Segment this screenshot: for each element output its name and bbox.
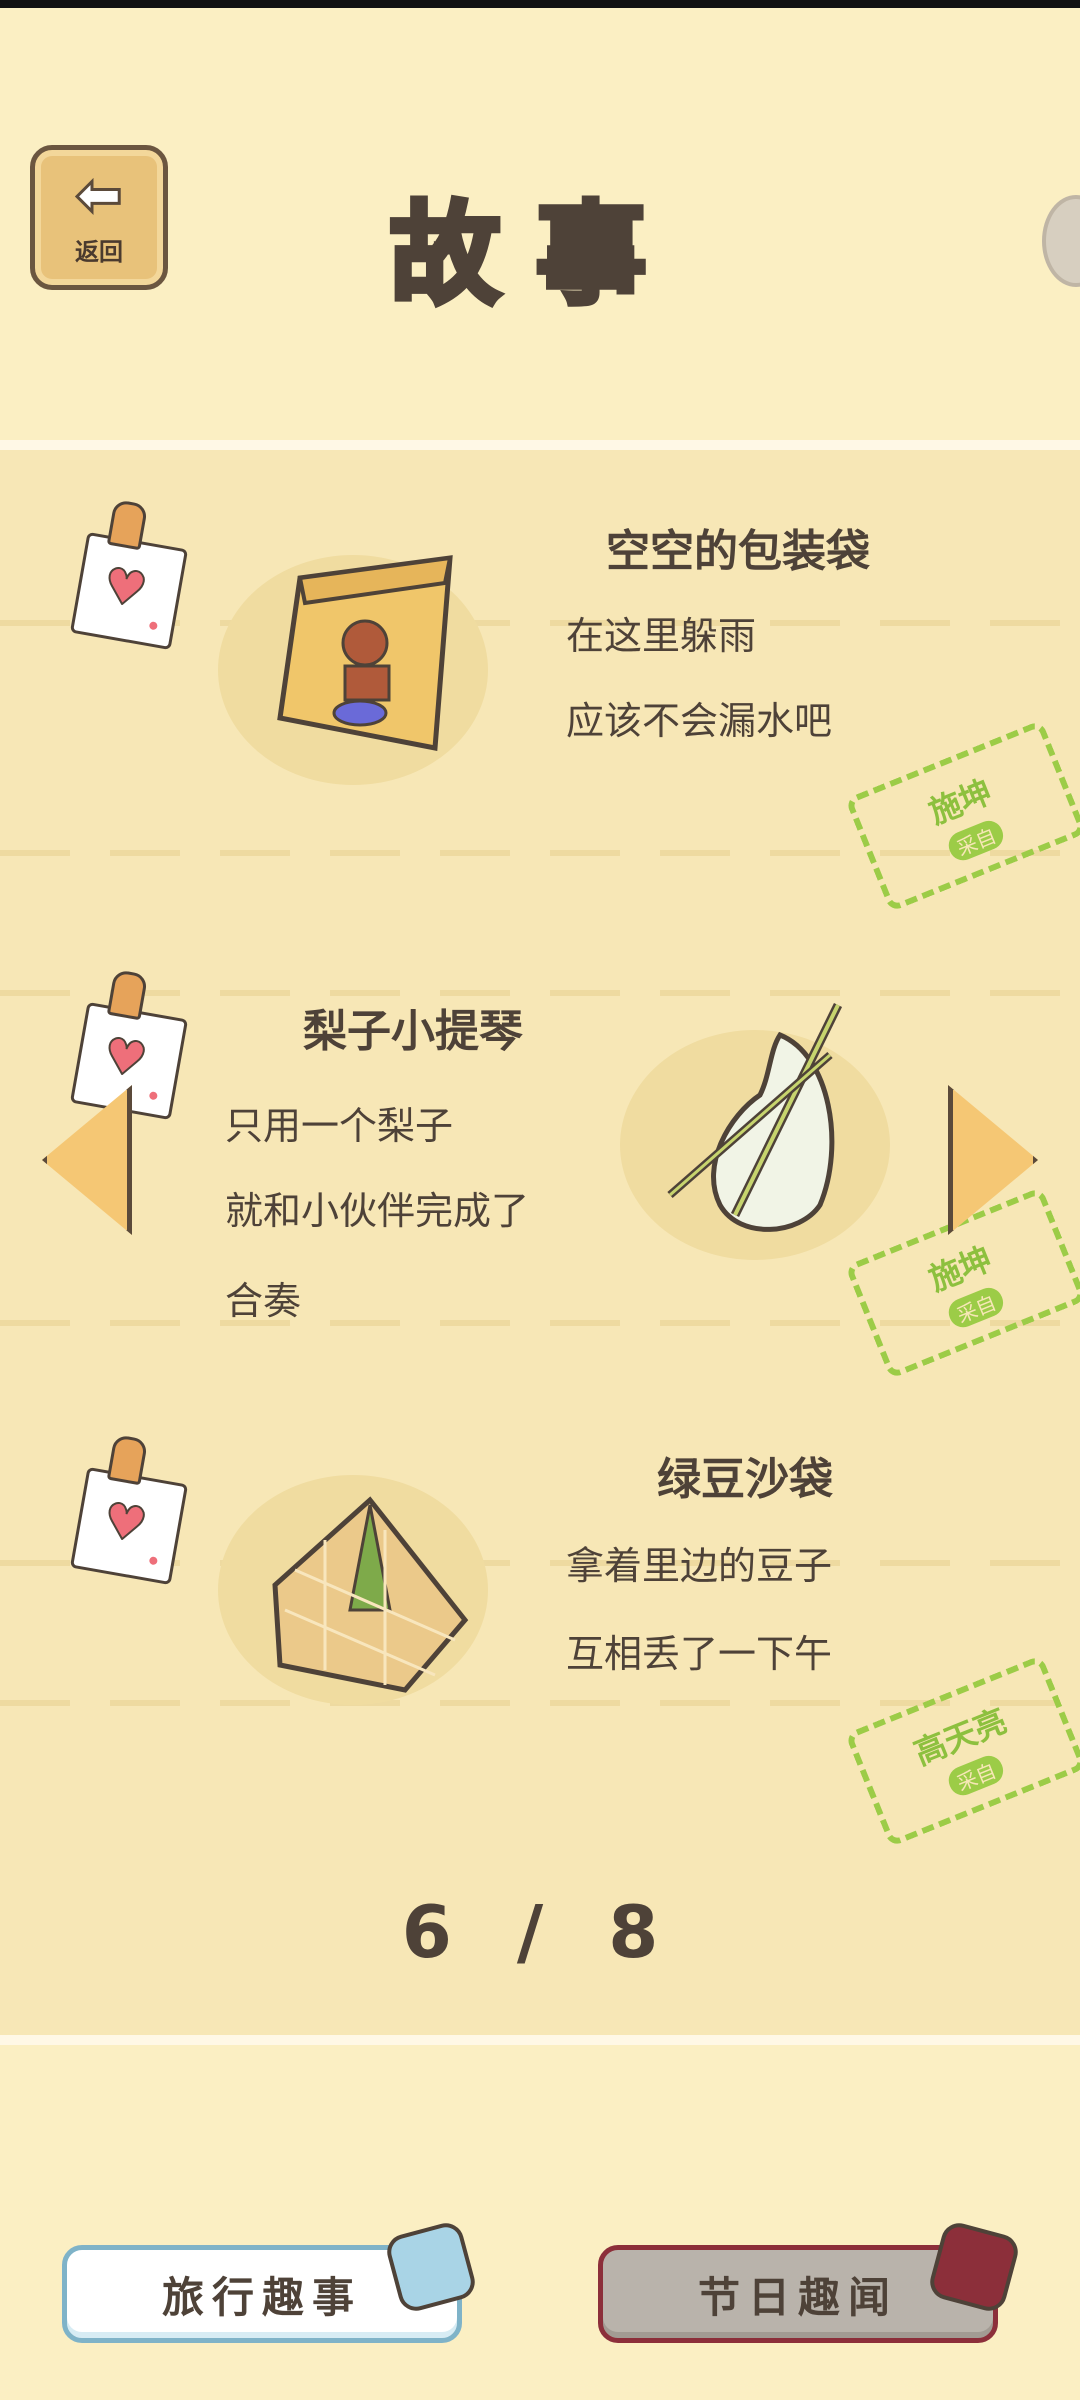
- item-description-line: 应该不会漏水吧: [566, 699, 833, 743]
- item-description-line: 拿着里边的豆子: [566, 1544, 833, 1588]
- back-arrow-icon: ⬅: [74, 163, 124, 228]
- status-edge: [0, 0, 1080, 8]
- item-description-line: 合奏: [225, 1279, 302, 1323]
- floor-stripe: [0, 990, 1080, 996]
- heart-icon: ♥: [98, 1491, 152, 1556]
- festival-stories-label: 节日趣闻: [697, 2272, 898, 2322]
- back-button-label: 返回: [75, 238, 123, 266]
- heart-icon: ♥: [98, 556, 152, 621]
- item-description-line: 只用一个梨子: [225, 1104, 454, 1148]
- side-bubble-icon[interactable]: [1042, 195, 1080, 287]
- item-title: 空空的包装袋: [606, 526, 870, 577]
- item-description-line: 就和小伙伴完成了: [225, 1189, 530, 1233]
- favorite-note-icon[interactable]: ♥: [69, 499, 189, 651]
- back-button[interactable]: ⬅ 返回: [30, 145, 168, 290]
- favorite-note-icon[interactable]: ♥: [69, 1434, 189, 1586]
- item-title: 绿豆沙袋: [657, 1454, 833, 1505]
- page-title: 故事: [387, 188, 682, 322]
- bean-sandbag-icon: [272, 1496, 469, 1693]
- pear-violin-icon: [667, 1003, 843, 1232]
- item-description-line: 在这里躲雨: [566, 614, 757, 658]
- travel-stories-label: 旅行趣事: [161, 2272, 362, 2322]
- item-description-line: 互相丢了一下午: [566, 1632, 833, 1676]
- page-indicator: 6 / 8: [401, 1890, 679, 1974]
- heart-icon: ♥: [98, 1026, 152, 1091]
- snack-bag-icon: [277, 555, 453, 751]
- item-title: 梨子小提琴: [303, 1006, 523, 1057]
